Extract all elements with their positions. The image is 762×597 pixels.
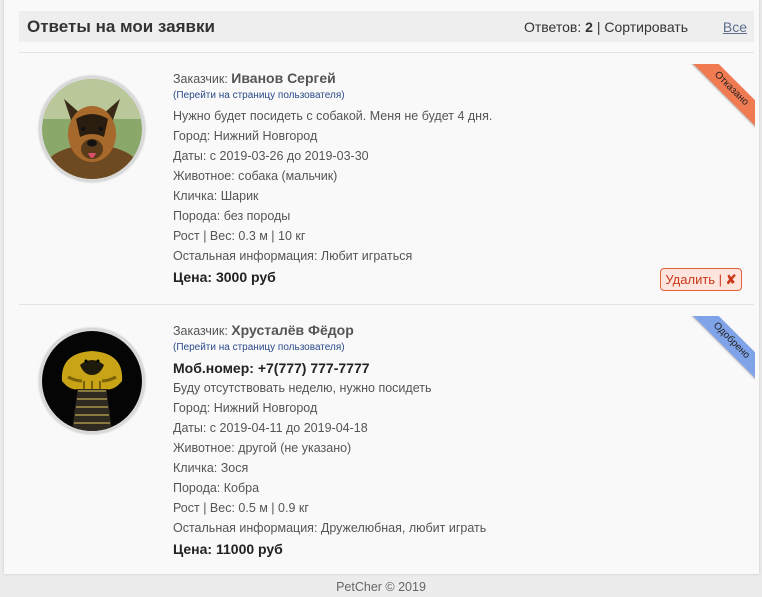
size: Рост | Вес: 0.3 м | 10 кг <box>173 229 306 243</box>
answers-summary: Ответов: 2 | Сортировать <box>524 19 688 35</box>
delete-button[interactable]: Удалить | ✘ <box>660 268 742 291</box>
customer-label: Заказчик: <box>173 324 228 338</box>
answers-count: 2 <box>585 19 593 35</box>
status-ribbon: Отказано <box>683 64 755 136</box>
answers-label: Ответов: <box>523 19 582 35</box>
footer-copyright: PetCher © 2019 <box>336 580 426 594</box>
city: Город: Нижний Новгород <box>173 129 318 143</box>
status-approved-badge: Одобрено <box>689 316 755 383</box>
status-rejected-badge: Отказано <box>689 64 755 131</box>
show-all-link[interactable]: Все <box>723 19 747 35</box>
size: Рост | Вес: 0.5 м | 0.9 кг <box>173 501 309 515</box>
dates: Даты: с 2019-04-11 до 2019-04-18 <box>173 421 368 435</box>
price: Цена: 11000 руб <box>173 541 283 557</box>
requests-panel: Ответы на мои заявки Ответов: 2 | Сортир… <box>4 0 759 574</box>
avatar-cobra <box>39 328 145 434</box>
sort-link[interactable]: | Сортировать <box>597 19 688 35</box>
page-title: Ответы на мои заявки <box>27 17 215 36</box>
close-icon: ✘ <box>725 272 737 287</box>
other-info: Остальная информация: Любит играться <box>173 249 413 263</box>
city: Город: Нижний Новгород <box>173 401 318 415</box>
nickname: Кличка: Шарик <box>173 189 259 203</box>
description: Буду отсутствовать неделю, нужно посидет… <box>173 381 432 395</box>
request-details: Заказчик: Хрусталёв Фёдор (Перейти на ст… <box>173 320 486 560</box>
customer-label: Заказчик: <box>173 72 228 86</box>
customer-name: Хрусталёв Фёдор <box>231 322 354 338</box>
profile-link[interactable]: (Перейти на страницу пользователя) <box>173 88 492 106</box>
animal: Животное: другой (не указано) <box>173 441 352 455</box>
request-card: Заказчик: Хрусталёв Фёдор (Перейти на ст… <box>4 316 759 566</box>
customer-line: Заказчик: Хрусталёв Фёдор <box>173 320 486 340</box>
panel-header: Ответы на мои заявки Ответов: 2 | Сортир… <box>19 11 754 42</box>
phone-number: Моб.номер: +7(777) 777-7777 <box>173 360 370 376</box>
profile-link[interactable]: (Перейти на страницу пользователя) <box>173 340 486 358</box>
breed: Порода: Кобра <box>173 481 260 495</box>
breed: Порода: без породы <box>173 209 291 223</box>
delete-label: Удалить | <box>665 272 723 287</box>
dates: Даты: с 2019-03-26 до 2019-03-30 <box>173 149 369 163</box>
status-ribbon: Одобрено <box>683 316 755 388</box>
other-info: Остальная информация: Дружелюбная, любит… <box>173 521 487 535</box>
divider <box>19 304 754 305</box>
description: Нужно будет посидеть с собакой. Меня не … <box>173 109 493 123</box>
price: Цена: 3000 руб <box>173 269 276 285</box>
request-details: Заказчик: Иванов Сергей (Перейти на стра… <box>173 68 492 288</box>
request-card: Заказчик: Иванов Сергей (Перейти на стра… <box>4 64 759 304</box>
avatar-dog <box>39 76 145 182</box>
customer-line: Заказчик: Иванов Сергей <box>173 68 492 88</box>
animal: Животное: собака (мальчик) <box>173 169 338 183</box>
divider <box>19 52 754 53</box>
nickname: Кличка: Зося <box>173 461 249 475</box>
customer-name: Иванов Сергей <box>231 70 336 86</box>
